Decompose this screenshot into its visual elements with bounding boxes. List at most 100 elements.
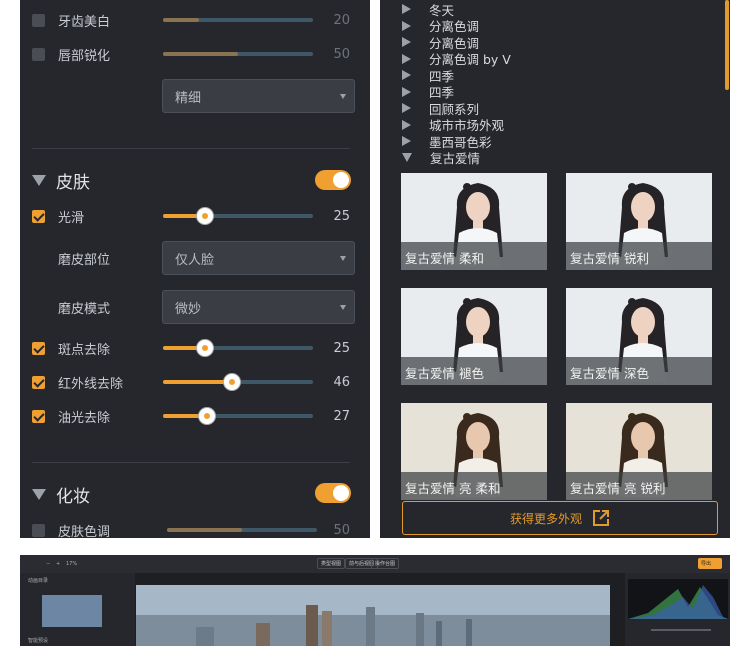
smooth-area-value: 仅人脸	[175, 252, 215, 268]
chevron-right-icon	[402, 119, 411, 130]
preset-thumbnail[interactable]: 复古爱情 柔和	[401, 173, 547, 270]
editor-window: − + 17% 类型视图 前与后视图 操作台图 导出 动画目录 智能预设	[20, 555, 730, 646]
preset-thumbnail-caption: 复古爱情 深色	[566, 357, 712, 385]
chevron-right-icon	[402, 4, 411, 14]
teeth-whitening-row: 牙齿美白 20	[20, 8, 370, 32]
chevron-down-icon	[32, 174, 46, 186]
histogram-panel	[625, 573, 730, 646]
looks-scrollbar[interactable]	[725, 0, 729, 90]
export-button[interactable]: 导出	[698, 558, 722, 569]
detail-select[interactable]: 精细	[162, 79, 355, 113]
zoom-out-button[interactable]: −	[46, 561, 50, 567]
adjustments-panel: 牙齿美白 20 唇部锐化 50 精细 皮肤 光滑 25 磨皮部位 仅人脸 磨皮模…	[20, 0, 370, 538]
chevron-right-icon	[402, 70, 411, 80]
external-link-icon	[593, 510, 609, 526]
teeth-whitening-checkbox[interactable]	[32, 13, 45, 27]
red-removal-slider-handle[interactable]	[224, 374, 240, 390]
smooth-label: 光滑	[58, 210, 85, 226]
teeth-whitening-fill	[163, 18, 199, 22]
smooth-mode-select[interactable]: 微妙	[162, 290, 355, 324]
editor-left-sidebar: 动画目录 智能预设	[20, 573, 135, 646]
preset-item[interactable]: 分离色调	[402, 34, 479, 51]
preset-item[interactable]: 四季	[402, 67, 454, 84]
preset-thumbnail[interactable]: 复古爱情 深色	[566, 288, 712, 385]
chevron-right-icon	[402, 20, 411, 31]
spot-removal-value: 25	[333, 340, 350, 356]
chevron-down-icon	[340, 94, 346, 99]
divider	[32, 462, 350, 463]
skin-tone-checkbox[interactable]	[32, 523, 45, 537]
lip-sharpen-label: 唇部锐化	[58, 48, 111, 64]
lip-sharpen-checkbox[interactable]	[32, 47, 45, 61]
smooth-area-select[interactable]: 仅人脸	[162, 241, 355, 275]
lip-sharpen-row: 唇部锐化 50	[20, 42, 370, 66]
preset-item[interactable]: 墨西哥色彩	[402, 133, 492, 150]
preset-item[interactable]: 分离色调	[402, 18, 479, 34]
red-removal-row: 红外线去除 46	[20, 370, 370, 394]
preset-item[interactable]: 四季	[402, 84, 454, 100]
smooth-area-label: 磨皮部位	[58, 252, 111, 268]
shine-removal-slider-handle[interactable]	[198, 408, 215, 424]
chevron-down-icon	[340, 305, 346, 310]
spot-removal-checkbox[interactable]	[32, 341, 45, 355]
editor-toolbar: − + 17% 类型视图 前与后视图 操作台图 导出	[20, 555, 730, 573]
red-removal-fill	[163, 380, 232, 384]
shine-removal-checkbox[interactable]	[32, 409, 45, 423]
smooth-value: 25	[333, 208, 350, 224]
skin-toggle[interactable]	[315, 170, 351, 190]
spot-removal-slider-handle[interactable]	[197, 340, 213, 356]
photo-canvas[interactable]	[136, 585, 610, 646]
view-button-3[interactable]: 操作台图	[371, 558, 400, 569]
zoom-in-button[interactable]: +	[56, 561, 60, 567]
preset-thumbnail[interactable]: 复古爱情 褪色	[401, 288, 547, 385]
preset-thumbnail[interactable]: 复古爱情 亮 柔和	[401, 403, 547, 500]
chevron-right-icon	[402, 53, 411, 64]
skin-tone-fill	[167, 528, 242, 532]
divider	[32, 148, 350, 149]
preset-item[interactable]: 回顾系列	[402, 100, 479, 117]
preset-item[interactable]: 复古爱情	[402, 150, 480, 166]
smooth-mode-value: 微妙	[175, 301, 202, 317]
shine-removal-value: 27	[333, 408, 350, 424]
red-removal-value: 46	[333, 374, 350, 390]
chevron-down-icon	[402, 153, 412, 162]
makeup-toggle[interactable]	[315, 483, 351, 503]
shine-removal-row: 油光去除 27	[20, 404, 370, 428]
spot-removal-label: 斑点去除	[58, 342, 111, 358]
skin-section-header[interactable]: 皮肤	[32, 168, 90, 193]
lip-sharpen-fill	[163, 52, 238, 56]
opacity-slider[interactable]	[651, 629, 711, 631]
chevron-right-icon	[402, 37, 411, 47]
smooth-slider-handle[interactable]	[197, 208, 213, 224]
preset-thumbnail[interactable]: 复古爱情 锐利	[566, 173, 712, 270]
get-more-looks-button[interactable]: 获得更多外观	[402, 501, 718, 535]
photo-thumbnail[interactable]	[42, 595, 102, 627]
skin-tone-row: 皮肤色调 50	[20, 518, 370, 538]
smooth-checkbox[interactable]	[32, 209, 45, 223]
view-button-1[interactable]: 类型视图	[317, 558, 346, 569]
looks-panel: 冬天 分离色调 分离色调 分离色调 by V 四季 四季 回顾系列 城市市场外观 墨西哥色彩 复古…	[380, 0, 730, 538]
preset-thumbnail-caption: 复古爱情 褪色	[401, 357, 547, 385]
red-removal-checkbox[interactable]	[32, 375, 45, 389]
city-photo	[136, 585, 610, 646]
preset-thumbnail-caption: 复古爱情 亮 柔和	[401, 472, 547, 500]
smooth-row: 光滑 25	[20, 204, 370, 228]
makeup-section-title: 化妆	[56, 486, 90, 507]
preset-item[interactable]: 城市市场外观	[402, 117, 504, 133]
chevron-right-icon	[402, 136, 411, 146]
preset-item-label: 复古爱情	[430, 151, 481, 166]
red-removal-label: 红外线去除	[58, 376, 124, 392]
zoom-level: 17%	[66, 561, 78, 567]
histogram-chart	[628, 579, 728, 619]
makeup-section-header[interactable]: 化妆	[32, 482, 90, 507]
preset-thumbnail-caption: 复古爱情 亮 锐利	[566, 472, 712, 500]
preset-thumbnail[interactable]: 复古爱情 亮 锐利	[566, 403, 712, 500]
preset-item[interactable]: 冬天	[402, 1, 454, 18]
chevron-right-icon	[402, 86, 411, 97]
preset-item[interactable]: 分离色调 by V	[402, 51, 511, 67]
skin-tone-value: 50	[333, 522, 350, 538]
chevron-right-icon	[402, 103, 411, 113]
chevron-down-icon	[32, 488, 46, 500]
preset-thumbnail-caption: 复古爱情 柔和	[401, 242, 547, 270]
teeth-whitening-label: 牙齿美白	[58, 14, 111, 30]
